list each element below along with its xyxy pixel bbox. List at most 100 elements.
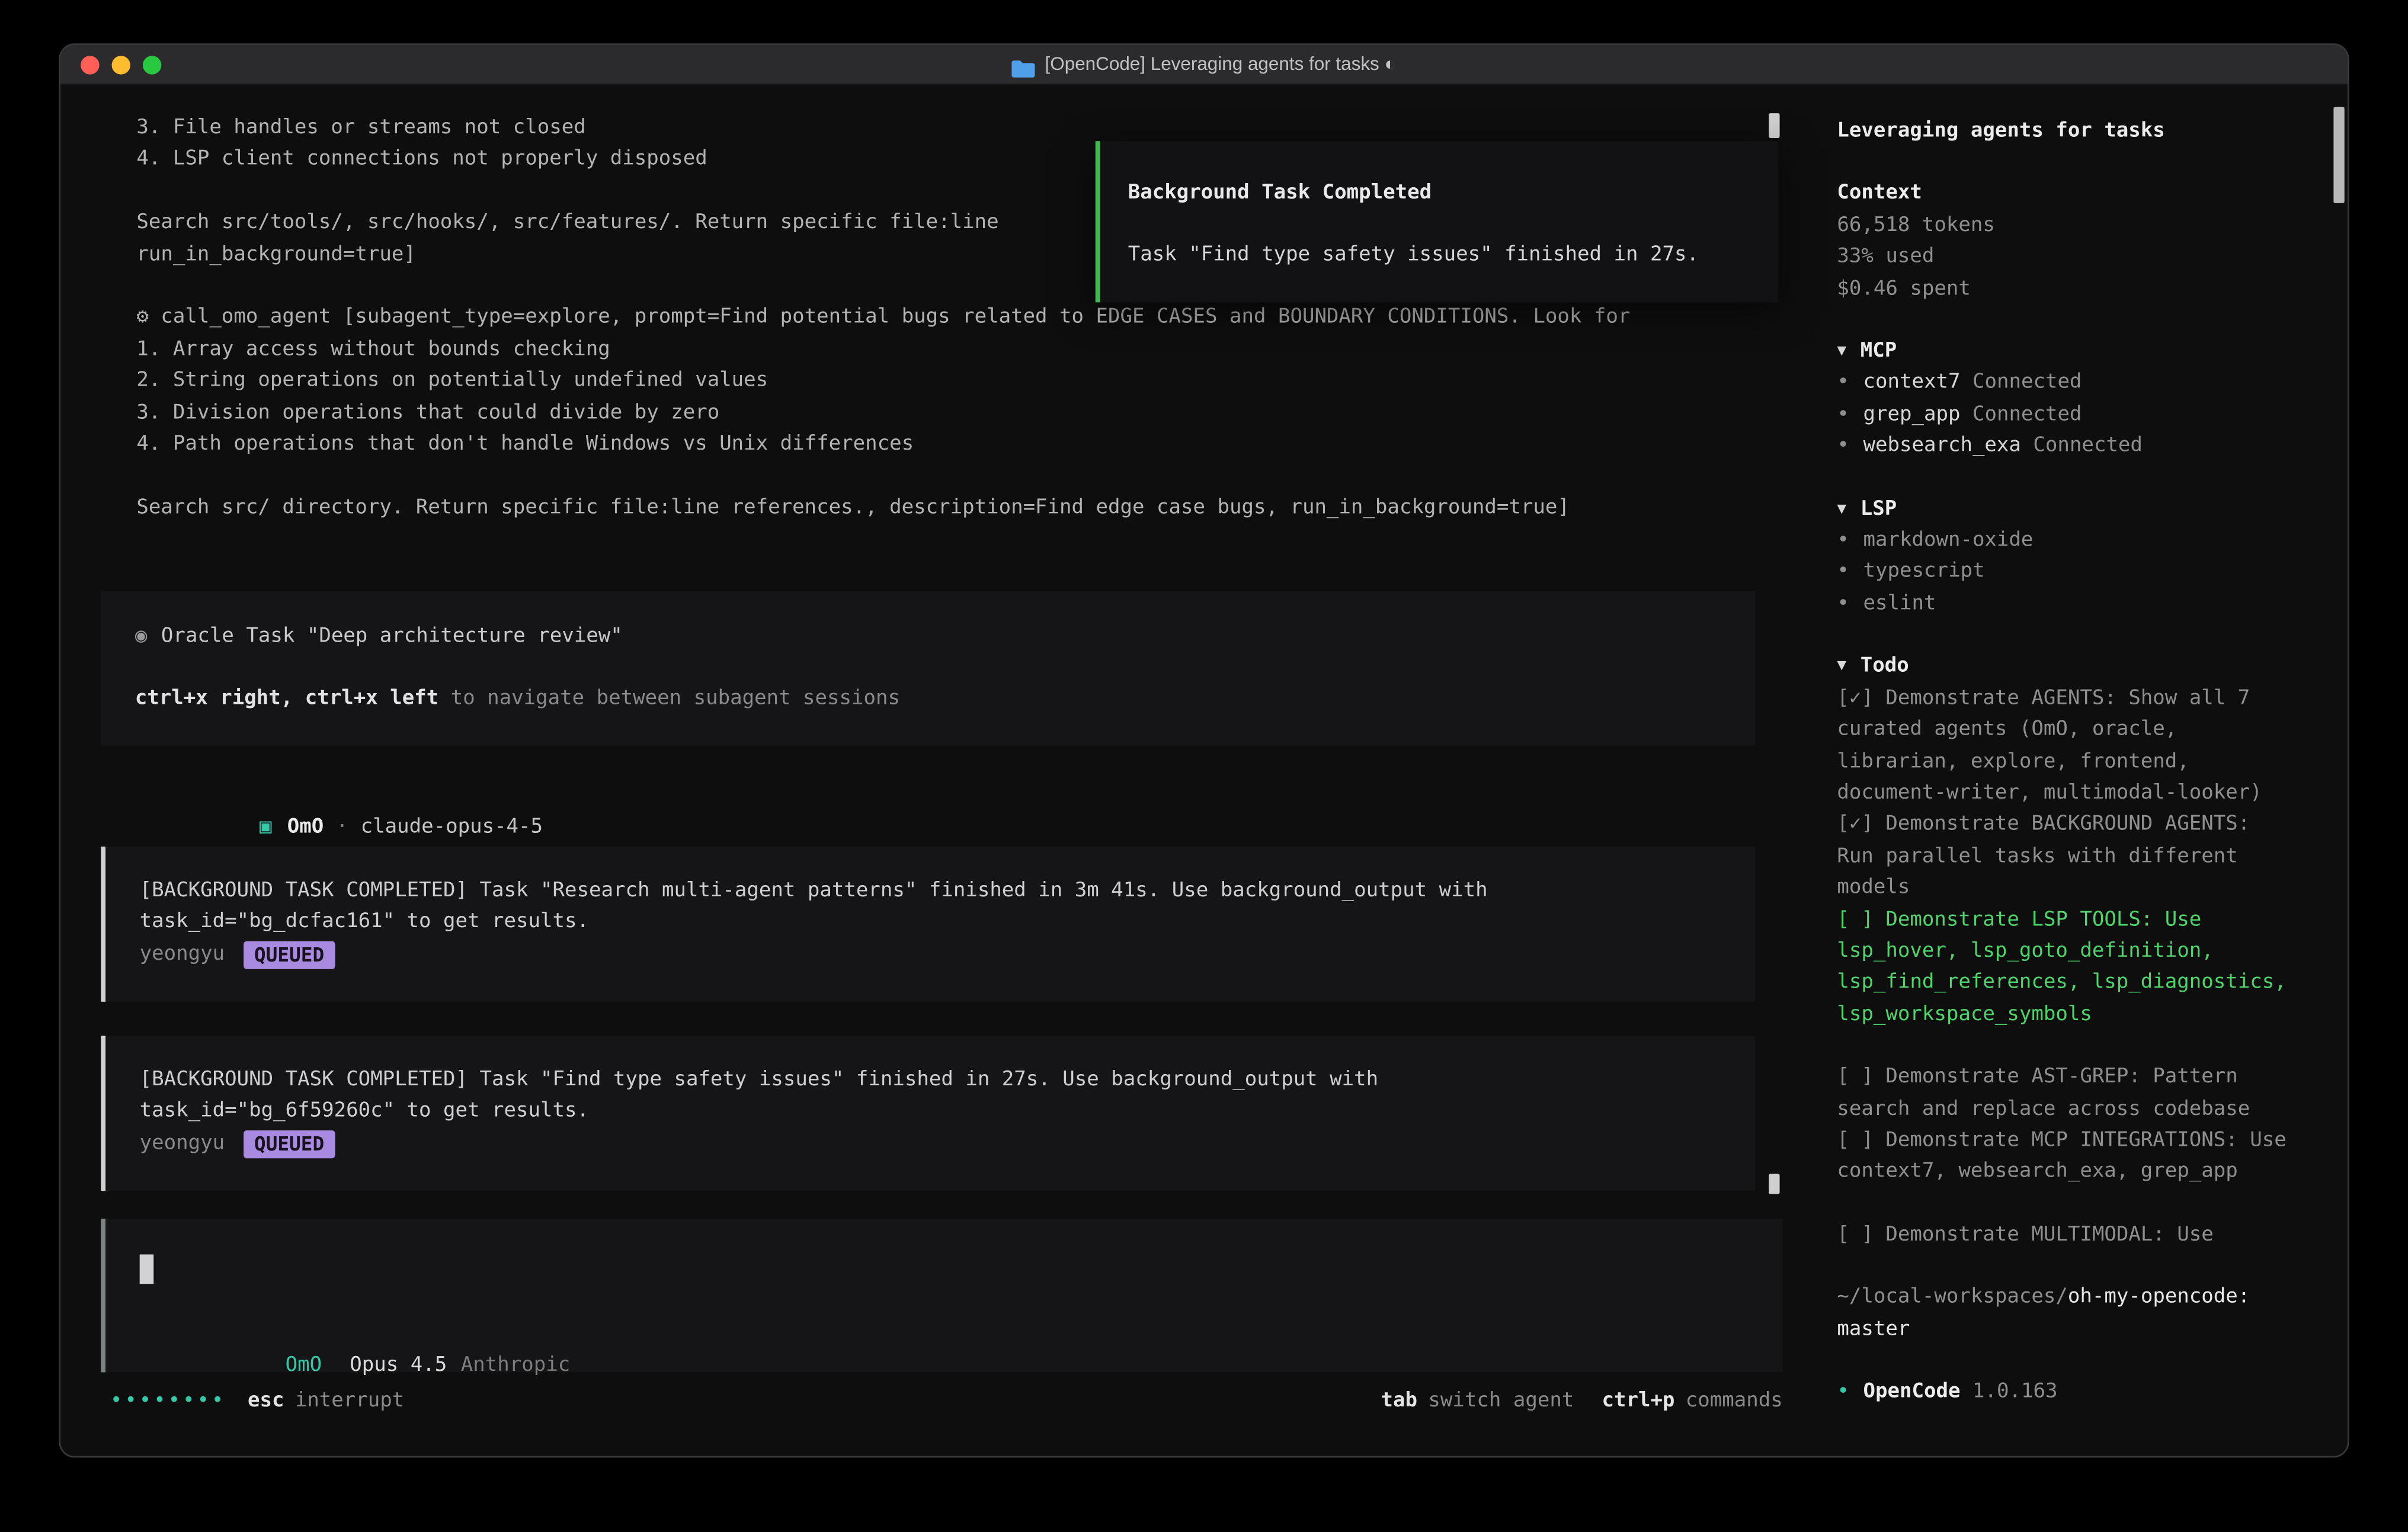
mcp-item: • context7 Connected bbox=[1837, 368, 2290, 399]
minimize-button[interactable] bbox=[112, 56, 130, 74]
oracle-nav-hint: ctrl+x right, ctrl+x left to navigate be… bbox=[135, 684, 1755, 716]
lsp-item-name: eslint bbox=[1863, 592, 1936, 616]
todo-item-pending: [ ] Demonstrate AST-GREP: Pattern search… bbox=[1837, 1062, 2290, 1126]
todo-item-pending: [ ] Demonstrate MCP INTEGRATIONS: Use co… bbox=[1837, 1126, 2290, 1189]
message-meta: yeongyu QUEUED bbox=[140, 1129, 1755, 1160]
background-task-toast: Background Task Completed Task "Find typ… bbox=[1096, 141, 1778, 302]
tab-key-label: switch agent bbox=[1428, 1386, 1574, 1418]
todo-checkmark: [ ] bbox=[1837, 1066, 1873, 1089]
lsp-item-name: markdown-oxide bbox=[1863, 529, 2033, 552]
prompt-input[interactable]: OmOOpus 4.5Anthropic bbox=[101, 1219, 1783, 1372]
input-provider-name: Anthropic bbox=[461, 1354, 570, 1377]
version-row: •OpenCode 1.0.163 bbox=[1837, 1377, 2290, 1408]
lsp-item: •typescript bbox=[1837, 557, 2290, 589]
scroll-line: Search src/ directory. Return specific f… bbox=[136, 493, 1781, 524]
separator-dot: · bbox=[336, 816, 348, 839]
traffic-lights bbox=[81, 56, 161, 74]
mcp-item: •grep_app Connected bbox=[1837, 400, 2290, 431]
lsp-heading-label: LSP bbox=[1861, 497, 1897, 520]
app-version: 1.0.163 bbox=[1972, 1380, 2057, 1403]
mcp-item-status: Connected bbox=[2033, 435, 2142, 458]
input-meta: OmOOpus 4.5Anthropic bbox=[140, 1319, 571, 1351]
text-cursor bbox=[140, 1254, 154, 1284]
esc-key-label: interrupt bbox=[295, 1386, 404, 1418]
session-sidebar: Leveraging agents for tasks Context 66,5… bbox=[1814, 85, 2349, 1457]
todo-text: Demonstrate AGENTS: Show all 7 curated a… bbox=[1837, 687, 2262, 805]
scroll-line: 3. Division operations that could divide… bbox=[136, 398, 1781, 429]
message-author: yeongyu bbox=[140, 940, 225, 971]
zoom-button[interactable] bbox=[143, 56, 161, 74]
bullet-icon: • bbox=[1837, 435, 1849, 458]
bullet-icon: • bbox=[1837, 560, 1849, 584]
tab-key-hint: tab bbox=[1381, 1386, 1417, 1418]
bullet-icon: • bbox=[1837, 371, 1849, 395]
message-text: [BACKGROUND TASK COMPLETED] Task "Find t… bbox=[140, 1065, 1755, 1097]
scroll-line: 3. File handles or streams not closed bbox=[136, 113, 1781, 145]
tool-call-line: ⚙ call_omo_agent [subagent_type=explore,… bbox=[136, 303, 1781, 334]
context-section: Context 66,518 tokens 33% used $0.46 spe… bbox=[1837, 179, 2290, 306]
input-model-name: Opus 4.5 bbox=[350, 1354, 447, 1377]
window-title: [OpenCode] Leveraging agents for tasks ◐ bbox=[1013, 49, 1396, 80]
background-task-message: [BACKGROUND TASK COMPLETED] Task "Resear… bbox=[101, 847, 1754, 1002]
todo-section: ▼ Todo [✓] Demonstrate AGENTS: Show all 7… bbox=[1837, 652, 2290, 1252]
todo-checkmark: [✓] bbox=[1837, 687, 1873, 710]
toast-body: Task "Find type safety issues" finished … bbox=[1128, 241, 1778, 273]
status-bar: •••••••• esc interrupt tab switch agent … bbox=[60, 1386, 1814, 1418]
scrollbar-thumb[interactable] bbox=[1769, 113, 1779, 138]
agent-session-header: ▣OmO·claude-opus-4-5 bbox=[138, 781, 543, 813]
mcp-item-name: context7 bbox=[1863, 371, 1960, 395]
workspace-path-prefix: ~/local-workspaces/ bbox=[1837, 1286, 2067, 1309]
esc-key-hint: esc bbox=[248, 1386, 284, 1418]
mcp-heading[interactable]: ▼MCP bbox=[1837, 336, 2290, 368]
chevron-down-icon: ▼ bbox=[1837, 501, 1846, 518]
chevron-down-icon: ▼ bbox=[1837, 658, 1846, 675]
lsp-heading[interactable]: ▼ LSP bbox=[1837, 494, 2290, 525]
bullet-icon: • bbox=[1837, 403, 1849, 426]
workspace-repo: oh-my-opencode: bbox=[2068, 1286, 2250, 1309]
queued-badge: QUEUED bbox=[244, 1130, 335, 1158]
toast-title: Background Task Completed bbox=[1128, 178, 1778, 210]
ctrlp-key-label: commands bbox=[1686, 1386, 1783, 1418]
context-tokens: 66,518 tokens bbox=[1837, 210, 2290, 242]
queued-badge: QUEUED bbox=[244, 941, 335, 969]
agent-checkbox-icon: ▣ bbox=[260, 816, 271, 839]
chat-pane: 3. File handles or streams not closed 4.… bbox=[60, 85, 1814, 1457]
todo-text: Demonstrate MCP INTEGRATIONS: Use contex… bbox=[1837, 1129, 2286, 1184]
oracle-task-panel: ◉Oracle Task "Deep architecture review" … bbox=[101, 591, 1754, 746]
todo-item-active: [ ] Demonstrate LSP TOOLS: Use lsp_hover… bbox=[1837, 905, 2290, 1031]
agent-name: OmO bbox=[287, 816, 324, 839]
scroll-line bbox=[136, 461, 1781, 492]
mcp-item-status: Connected bbox=[1972, 403, 2082, 426]
sidebar-scrollbar-thumb[interactable] bbox=[2333, 107, 2344, 203]
oracle-task-title: Oracle Task "Deep architecture review" bbox=[161, 625, 623, 648]
todo-text: Demonstrate BACKGROUND AGENTS: Run paral… bbox=[1837, 813, 2250, 899]
ctrlp-key-hint: ctrl+p bbox=[1602, 1386, 1674, 1418]
workspace-path: ~/local-workspaces/oh-my-opencode: maste… bbox=[1837, 1283, 2290, 1346]
titlebar: [OpenCode] Leveraging agents for tasks ◐ bbox=[60, 45, 2348, 85]
bullet-icon: • bbox=[1837, 592, 1849, 616]
app-name: OpenCode bbox=[1863, 1380, 1960, 1403]
todo-checkmark: [ ] bbox=[1837, 1129, 1873, 1152]
scrollbar-thumb[interactable] bbox=[1769, 1174, 1779, 1194]
lsp-item: •markdown-oxide bbox=[1837, 525, 2290, 557]
todo-item-pending: [ ] Demonstrate MULTIMODAL: Use bbox=[1837, 1220, 2290, 1251]
mcp-heading-label: MCP bbox=[1861, 339, 1897, 363]
todo-checkmark: [ ] bbox=[1837, 1223, 1873, 1246]
window-body: 3. File handles or streams not closed 4.… bbox=[60, 85, 2348, 1457]
todo-text: Demonstrate AST-GREP: Pattern search and… bbox=[1837, 1066, 2250, 1121]
input-agent-name: OmO bbox=[286, 1354, 322, 1377]
scroll-line: 4. Path operations that don't handle Win… bbox=[136, 430, 1781, 461]
hint-text: to navigate between subagent sessions bbox=[438, 688, 900, 711]
mcp-item: • websearch_exa Connected bbox=[1837, 431, 2290, 463]
todo-heading[interactable]: ▼ Todo bbox=[1837, 652, 2290, 683]
mcp-item-name: websearch_exa bbox=[1863, 435, 2020, 458]
mcp-item-status: Connected bbox=[1972, 371, 2082, 395]
oracle-task-title-row: ◉Oracle Task "Deep architecture review" bbox=[135, 622, 1755, 653]
todo-text: Demonstrate MULTIMODAL: Use bbox=[1885, 1223, 2213, 1246]
lsp-section: ▼LSP •markdown-oxide •typescript •eslint bbox=[1837, 494, 2290, 621]
todo-text: Demonstrate LSP TOOLS: Use lsp_hover, ls… bbox=[1837, 908, 2286, 1026]
todo-checkmark: [✓] bbox=[1837, 813, 1873, 836]
workspace-branch: master bbox=[1837, 1318, 1910, 1341]
todo-heading-label: Todo bbox=[1861, 655, 1909, 678]
close-button[interactable] bbox=[81, 56, 99, 74]
